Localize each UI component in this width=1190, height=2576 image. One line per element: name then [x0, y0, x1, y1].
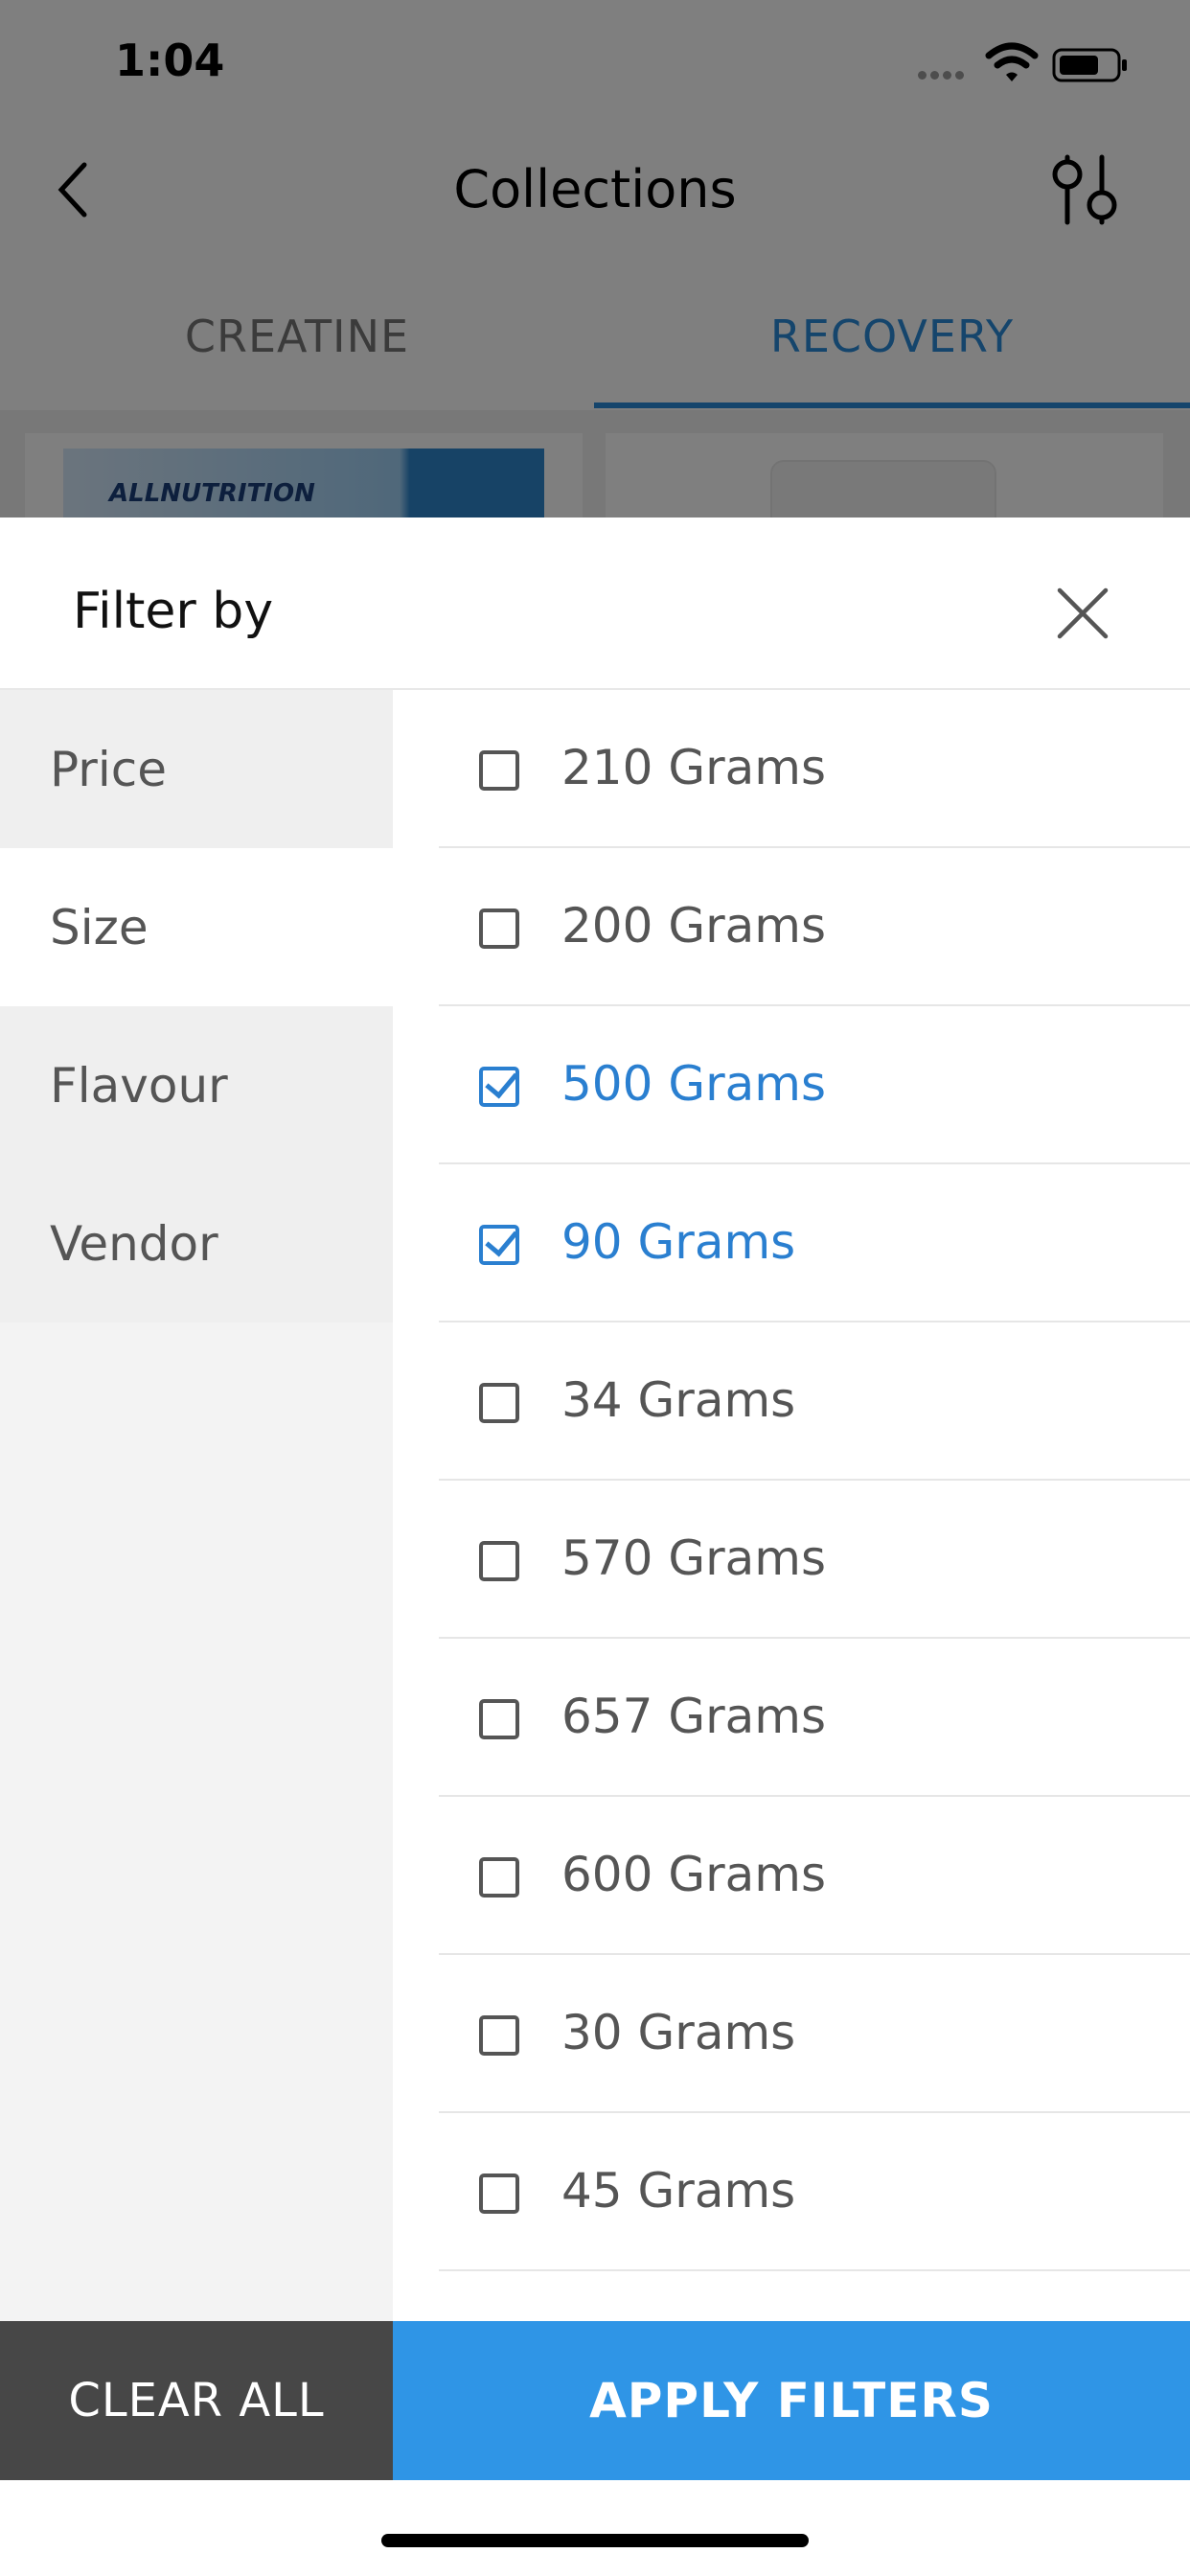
option-row[interactable]: 600 Grams [439, 1797, 1190, 1955]
category-label: Price [50, 742, 167, 797]
checkbox[interactable] [479, 750, 519, 791]
filter-sheet: Filter by Price Size Flavour Vendor 210 … [0, 518, 1190, 2576]
sheet-title: Filter by [73, 583, 274, 640]
option-row[interactable]: 570 Grams [439, 1481, 1190, 1639]
category-label: Size [50, 900, 149, 955]
sheet-header: Filter by [0, 518, 1190, 690]
clear-all-button[interactable]: CLEAR ALL [0, 2321, 393, 2480]
option-row[interactable]: 210 Grams [439, 690, 1190, 848]
option-row[interactable]: 500 Grams [439, 1006, 1190, 1164]
option-label: 500 Grams [561, 1056, 827, 1112]
filter-categories: Price Size Flavour Vendor [0, 690, 393, 2321]
option-row[interactable]: 90 Grams [439, 1164, 1190, 1322]
home-indicator [381, 2534, 809, 2547]
option-row[interactable]: 34 Grams [439, 1322, 1190, 1481]
option-row[interactable]: 30 Grams [439, 1955, 1190, 2113]
option-row[interactable]: 45 Grams [439, 2113, 1190, 2271]
checkbox[interactable] [479, 1699, 519, 1739]
dim-overlay[interactable] [0, 0, 1190, 518]
checkbox[interactable] [479, 1541, 519, 1581]
option-label: 90 Grams [561, 1214, 796, 1270]
option-label: 34 Grams [561, 1372, 796, 1428]
background-screen: 1:04 Collections CREATINE RECOVERY ALLNU… [0, 0, 1190, 537]
close-icon[interactable] [1056, 586, 1110, 640]
option-label: 657 Grams [561, 1689, 827, 1744]
checkbox-checked[interactable] [479, 1225, 519, 1265]
option-label: 200 Grams [561, 898, 827, 954]
checkbox-checked[interactable] [479, 1067, 519, 1107]
option-label: 570 Grams [561, 1530, 827, 1586]
category-size[interactable]: Size [0, 848, 393, 1006]
checkbox[interactable] [479, 908, 519, 949]
option-row[interactable]: 200 Grams [439, 848, 1190, 1006]
filter-footer: CLEAR ALL APPLY FILTERS [0, 2321, 1190, 2480]
checkbox[interactable] [479, 2015, 519, 2056]
category-vendor[interactable]: Vendor [0, 1164, 393, 1322]
category-flavour[interactable]: Flavour [0, 1006, 393, 1164]
checkbox[interactable] [479, 2174, 519, 2214]
category-label: Flavour [50, 1058, 228, 1114]
option-label: 600 Grams [561, 1847, 827, 1902]
filter-options-list: 210 Grams 200 Grams 500 Grams 90 Grams 3… [393, 690, 1190, 2321]
category-label: Vendor [50, 1216, 218, 1272]
option-label: 45 Grams [561, 2163, 796, 2219]
checkbox[interactable] [479, 1857, 519, 1898]
option-row[interactable]: 657 Grams [439, 1639, 1190, 1797]
apply-filters-button[interactable]: APPLY FILTERS [393, 2321, 1190, 2480]
checkbox[interactable] [479, 1383, 519, 1423]
category-price[interactable]: Price [0, 690, 393, 848]
option-label: 210 Grams [561, 740, 827, 795]
option-label: 30 Grams [561, 2005, 796, 2060]
